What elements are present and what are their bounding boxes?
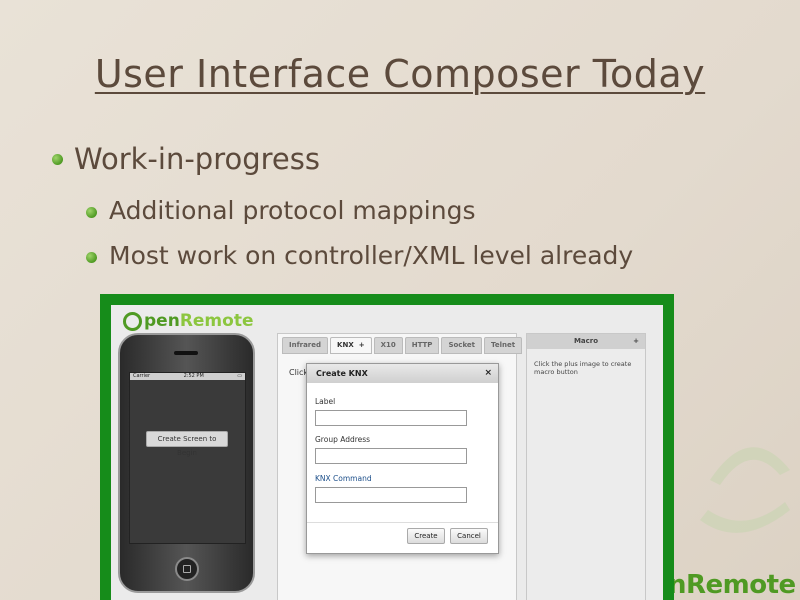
bullet-work-in-progress: Work-in-progress bbox=[52, 142, 320, 176]
openremote-logo: pen Remote bbox=[123, 311, 253, 331]
protocol-tabs: Infrared KNX + X10 HTTP Socket Telnet bbox=[282, 337, 523, 354]
macro-header: Macro + bbox=[527, 334, 645, 349]
dialog-divider bbox=[307, 522, 498, 523]
iphone-preview: Carrier 2:52 PM ▭ Create Screen to Begin bbox=[118, 333, 255, 593]
bullet-protocol-mappings: Additional protocol mappings bbox=[86, 196, 475, 225]
logo-o-icon bbox=[123, 311, 142, 331]
tab-x10[interactable]: X10 bbox=[373, 337, 403, 354]
knx-command-input[interactable] bbox=[315, 487, 467, 503]
plus-icon[interactable]: + bbox=[359, 341, 365, 349]
bullet-dot-icon bbox=[86, 207, 97, 218]
bullet-dot-icon bbox=[52, 154, 63, 165]
battery-icon: ▭ bbox=[237, 373, 242, 379]
slide-title: User Interface Composer Today bbox=[94, 52, 706, 96]
macro-hint: Click the plus image to create macro but… bbox=[534, 360, 632, 376]
background-swirl-icon bbox=[700, 447, 790, 533]
tab-infrared[interactable]: Infrared bbox=[282, 337, 329, 354]
label-input[interactable] bbox=[315, 410, 467, 426]
add-macro-icon[interactable]: + bbox=[633, 334, 639, 349]
group-address-input[interactable] bbox=[315, 448, 467, 464]
create-button[interactable]: Create bbox=[407, 528, 445, 544]
phone-screen[interactable]: Carrier 2:52 PM ▭ Create Screen to Begin bbox=[129, 372, 246, 544]
tab-socket[interactable]: Socket bbox=[441, 337, 482, 354]
ui-composer-screenshot: pen Remote Carrier 2:52 PM ▭ Create Scree… bbox=[111, 305, 663, 600]
macro-panel: Macro + Click the plus image to create m… bbox=[526, 333, 646, 600]
speaker-icon bbox=[174, 351, 198, 355]
background-logo: nRemote bbox=[668, 570, 796, 600]
create-knx-dialog: Create KNX × Label Group Address KNX Com… bbox=[306, 363, 499, 554]
group-address-field-label: Group Address bbox=[315, 435, 371, 444]
cancel-button[interactable]: Cancel bbox=[450, 528, 488, 544]
tab-http[interactable]: HTTP bbox=[404, 337, 440, 354]
label-field-label: Label bbox=[315, 397, 336, 406]
bullet-controller-work: Most work on controller/XML level alread… bbox=[86, 241, 633, 270]
home-button-icon bbox=[175, 557, 199, 581]
dialog-header: Create KNX × bbox=[307, 364, 498, 383]
phone-status-bar: Carrier 2:52 PM ▭ bbox=[130, 373, 245, 380]
close-icon[interactable]: × bbox=[484, 364, 492, 383]
tab-telnet[interactable]: Telnet bbox=[484, 337, 523, 354]
tab-knx[interactable]: KNX + bbox=[330, 337, 372, 354]
create-screen-button[interactable]: Create Screen to Begin bbox=[146, 431, 228, 457]
knx-command-field-label: KNX Command bbox=[315, 474, 372, 483]
bullet-dot-icon bbox=[86, 252, 97, 263]
screenshot-frame: pen Remote Carrier 2:52 PM ▭ Create Scree… bbox=[100, 294, 674, 600]
